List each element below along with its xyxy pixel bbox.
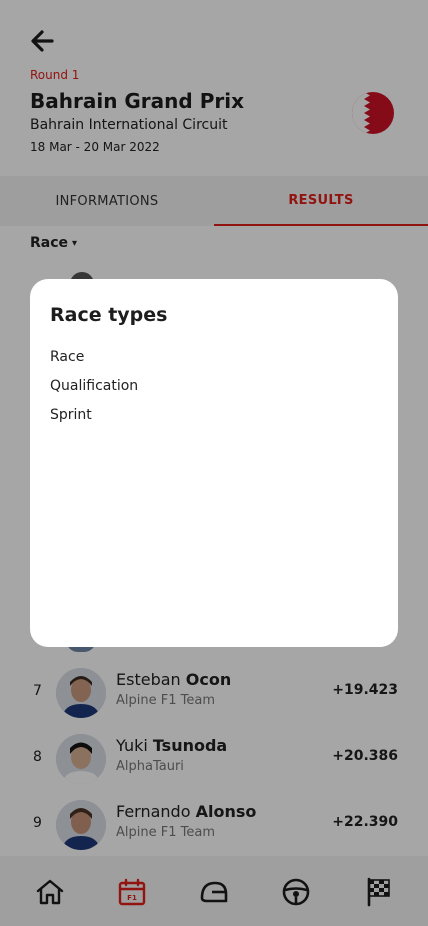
- option-race[interactable]: Race: [50, 349, 84, 365]
- option-qualification[interactable]: Qualification: [50, 378, 138, 394]
- option-sprint[interactable]: Sprint: [50, 407, 92, 423]
- race-types-dialog: Race types Race Qualification Sprint: [30, 279, 398, 647]
- dialog-title: Race types: [50, 304, 168, 326]
